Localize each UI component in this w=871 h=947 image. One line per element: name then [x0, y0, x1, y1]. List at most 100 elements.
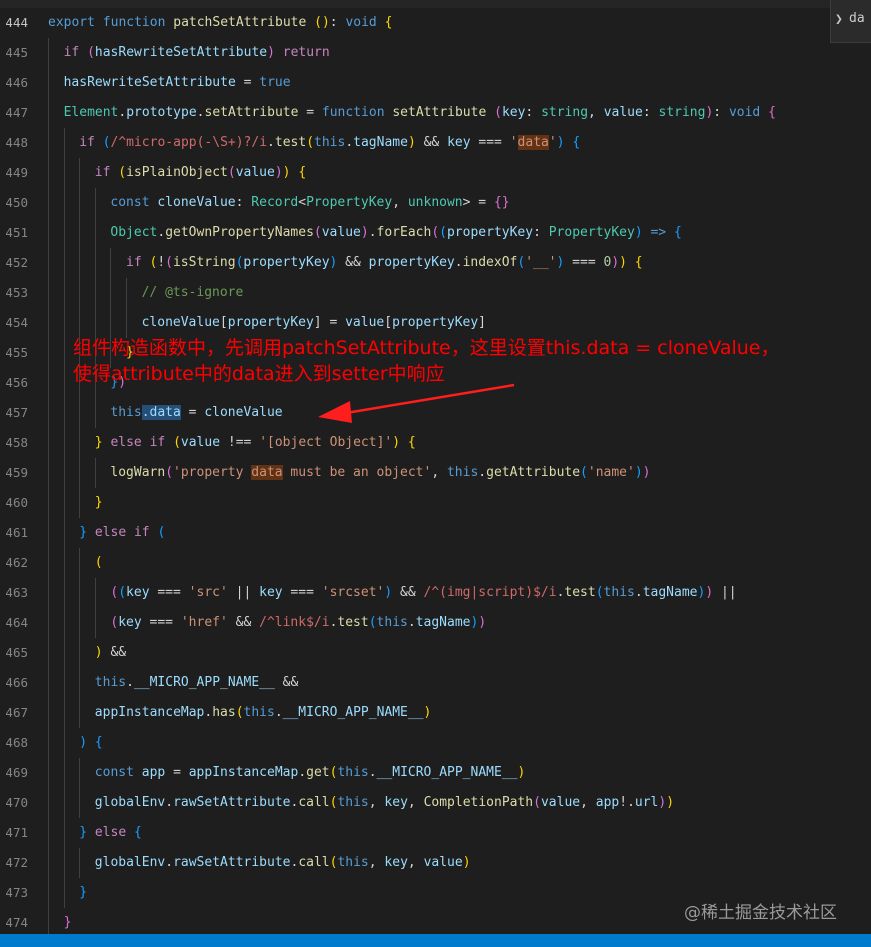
- line-number[interactable]: 472: [0, 848, 28, 878]
- code-line[interactable]: 460}: [0, 488, 871, 518]
- code-line[interactable]: 458 } else if (value !== '[object Object]…: [0, 428, 871, 458]
- code-token: key: [384, 855, 408, 870]
- line-number[interactable]: 456: [0, 368, 28, 398]
- code-token: this: [337, 765, 369, 780]
- code-line[interactable]: 449 if (isPlainObject(value)) {: [0, 158, 871, 188]
- code-text[interactable]: } else {: [79, 818, 142, 848]
- code-line[interactable]: 467 appInstanceMap.has(this.__MICRO_APP_N…: [0, 698, 871, 728]
- code-text[interactable]: this.data = cloneValue: [110, 398, 283, 428]
- line-number[interactable]: 451: [0, 218, 28, 248]
- code-line[interactable]: 471 } else {: [0, 818, 871, 848]
- line-number[interactable]: 462: [0, 548, 28, 578]
- code-line[interactable]: 461 } else if (: [0, 518, 871, 548]
- code-text[interactable]: ) &&: [95, 638, 126, 668]
- line-number[interactable]: 459: [0, 458, 28, 488]
- code-text[interactable]: Element.prototype.setAttribute = functio…: [64, 98, 776, 128]
- code-line[interactable]: 469 const app = appInstanceMap.get(this._…: [0, 758, 871, 788]
- code-text[interactable]: export function patchSetAttribute (): vo…: [48, 8, 392, 38]
- code-line[interactable]: 468 ) {: [0, 728, 871, 758]
- line-number[interactable]: 449: [0, 158, 28, 188]
- code-token: this: [446, 465, 479, 480]
- chevron-right-icon[interactable]: ❯: [835, 12, 843, 27]
- code-line[interactable]: 446 hasRewriteSetAttribute = true: [0, 68, 871, 98]
- line-number[interactable]: 461: [0, 518, 28, 548]
- line-number[interactable]: 468: [0, 728, 28, 758]
- code-text[interactable]: (key === 'href' && /^link$/i.test(this.t…: [110, 608, 486, 638]
- line-number[interactable]: 458: [0, 428, 28, 458]
- code-text[interactable]: ) {: [79, 728, 102, 758]
- code-text[interactable]: const cloneValue: Record<PropertyKey, un…: [110, 188, 509, 218]
- line-number[interactable]: 469: [0, 758, 28, 788]
- code-token: .: [454, 255, 463, 270]
- code-line[interactable]: 444 export function patchSetAttribute ():…: [0, 8, 871, 38]
- line-number[interactable]: 466: [0, 668, 28, 698]
- code-text[interactable]: if (hasRewriteSetAttribute) return: [64, 38, 330, 68]
- line-number[interactable]: 471: [0, 818, 28, 848]
- code-text[interactable]: if (/^micro-app(-\S+)?/i.test(this.tagNa…: [79, 128, 580, 158]
- code-token: ): [392, 435, 401, 450]
- code-text[interactable]: if (isPlainObject(value)) {: [95, 158, 306, 188]
- code-line[interactable]: 464 (key === 'href' && /^link$/i.test(thi…: [0, 608, 871, 638]
- line-number[interactable]: 455: [0, 338, 28, 368]
- find-widget[interactable]: ❯ da: [830, 0, 871, 43]
- code-line[interactable]: 451 Object.getOwnPropertyNames(value).for…: [0, 218, 871, 248]
- code-line[interactable]: 450 const cloneValue: Record<PropertyKey,…: [0, 188, 871, 218]
- line-number[interactable]: 464: [0, 608, 28, 638]
- code-text[interactable]: }: [79, 878, 87, 908]
- code-line[interactable]: 470 globalEnv.rawSetAttribute.call(this, …: [0, 788, 871, 818]
- code-text[interactable]: }: [95, 488, 103, 518]
- line-number[interactable]: 447: [0, 98, 28, 128]
- code-token: if: [79, 135, 95, 150]
- code-line[interactable]: 448 if (/^micro-app(-\S+)?/i.test(this.ta…: [0, 128, 871, 158]
- line-number[interactable]: 444: [0, 8, 28, 38]
- code-line[interactable]: 453 // @ts-ignore: [0, 278, 871, 308]
- code-token: this: [243, 705, 275, 720]
- line-number[interactable]: 445: [0, 38, 28, 68]
- code-line[interactable]: 445 if (hasRewriteSetAttribute) return: [0, 38, 871, 68]
- line-number[interactable]: 470: [0, 788, 28, 818]
- code-line[interactable]: 454 cloneValue[propertyKey] = value[prope…: [0, 308, 871, 338]
- line-number[interactable]: 460: [0, 488, 28, 518]
- line-number[interactable]: 448: [0, 128, 28, 158]
- code-text[interactable]: } else if (value !== '[object Object]') …: [95, 428, 416, 458]
- line-number[interactable]: 450: [0, 188, 28, 218]
- line-number[interactable]: 463: [0, 578, 28, 608]
- line-number[interactable]: 454: [0, 308, 28, 338]
- line-number[interactable]: 457: [0, 398, 28, 428]
- find-input[interactable]: da: [849, 11, 865, 26]
- code-text[interactable]: } else if (: [79, 518, 165, 548]
- code-line[interactable]: 465 ) &&: [0, 638, 871, 668]
- code-line[interactable]: 459 logWarn('property data must be an obj…: [0, 458, 871, 488]
- indent-guide: [94, 608, 96, 638]
- code-editor[interactable]: 444 export function patchSetAttribute ():…: [0, 8, 871, 938]
- code-text[interactable]: if (!(isString(propertyKey) && propertyK…: [126, 248, 643, 278]
- line-number[interactable]: 453: [0, 278, 28, 308]
- code-text[interactable]: (: [95, 548, 103, 578]
- line-number[interactable]: 473: [0, 878, 28, 908]
- code-text[interactable]: hasRewriteSetAttribute = true: [64, 68, 291, 98]
- indent-guide: [79, 218, 81, 248]
- code-line[interactable]: 472 globalEnv.rawSetAttribute.call(this, …: [0, 848, 871, 878]
- code-text[interactable]: cloneValue[propertyKey] = value[property…: [142, 308, 486, 338]
- line-number[interactable]: 465: [0, 638, 28, 668]
- code-text[interactable]: logWarn('property data must be an object…: [110, 458, 651, 488]
- code-line[interactable]: 462 (: [0, 548, 871, 578]
- code-text[interactable]: // @ts-ignore: [142, 278, 244, 308]
- code-text[interactable]: globalEnv.rawSetAttribute.call(this, key…: [95, 788, 674, 818]
- line-number[interactable]: 446: [0, 68, 28, 98]
- code-text[interactable]: ((key === 'src' || key === 'srcset') && …: [110, 578, 736, 608]
- status-bar[interactable]: [0, 934, 871, 947]
- code-line[interactable]: 447 Element.prototype.setAttribute = func…: [0, 98, 871, 128]
- code-text[interactable]: globalEnv.rawSetAttribute.call(this, key…: [95, 848, 471, 878]
- code-text[interactable]: this.__MICRO_APP_NAME__ &&: [95, 668, 299, 698]
- code-text[interactable]: const app = appInstanceMap.get(this.__MI…: [95, 758, 526, 788]
- code-line[interactable]: 452 if (!(isString(propertyKey) && proper…: [0, 248, 871, 278]
- code-text[interactable]: appInstanceMap.has(this.__MICRO_APP_NAME…: [95, 698, 432, 728]
- code-text[interactable]: Object.getOwnPropertyNames(value).forEac…: [110, 218, 681, 248]
- line-number[interactable]: 467: [0, 698, 28, 728]
- indent-guide: [48, 338, 49, 368]
- code-line[interactable]: 463 ((key === 'src' || key === 'srcset') …: [0, 578, 871, 608]
- line-number[interactable]: 452: [0, 248, 28, 278]
- code-line[interactable]: 457 this.data = cloneValue: [0, 398, 871, 428]
- code-line[interactable]: 466 this.__MICRO_APP_NAME__ &&: [0, 668, 871, 698]
